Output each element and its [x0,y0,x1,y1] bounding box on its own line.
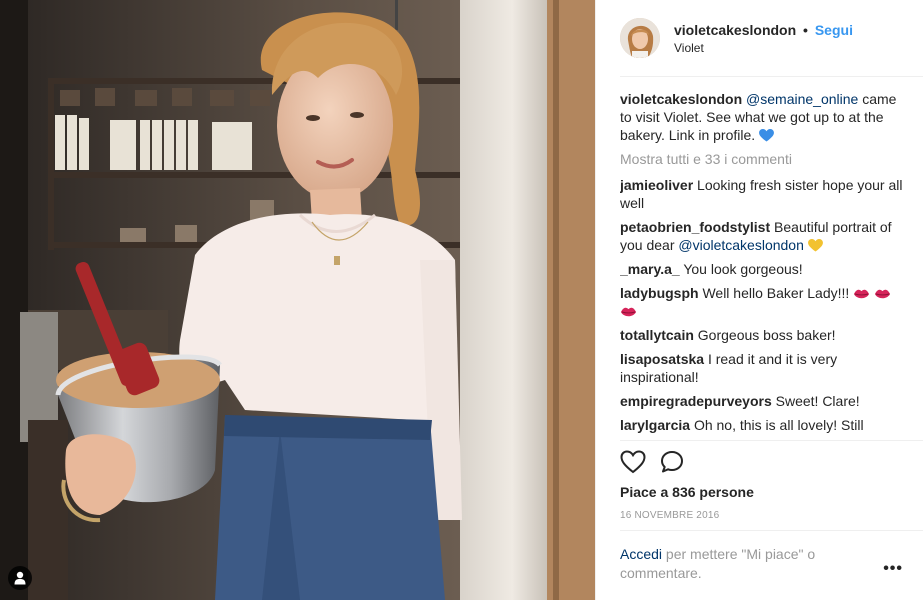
post-author-line: violetcakeslondon • Segui [674,22,853,38]
avatar[interactable] [620,18,660,58]
comment-text: You look gorgeous! [683,261,803,277]
comment: lisaposatska I read it and it is very in… [620,350,910,386]
post-date: 16 NOVEMBRE 2016 [620,510,720,521]
login-link[interactable]: Accedi [620,546,662,562]
comment-text: Oh no, this is all lovely! Still [693,417,864,433]
comments-list[interactable]: violetcakeslondon @semaine_online came t… [620,90,910,440]
kiss-mark-emoji-icon [854,289,870,299]
kiss-mark-emoji-icon [620,307,637,317]
comment-username[interactable]: petaobrien_foodstylist [620,219,770,235]
header-divider [620,76,923,77]
comment: ladybugsph Well hello Baker Lady!!! [620,284,910,320]
comment-icon[interactable] [660,450,686,479]
comments-divider [620,440,923,441]
post-header: violetcakeslondon • Segui Violet [620,18,923,60]
login-prompt: Accedi per mettere "Mi piace" o commenta… [620,545,870,583]
comment: empiregradepurveyors Sweet! Clare! [620,392,910,410]
blue-heart-emoji-icon [759,129,774,142]
comment: totallytcain Gorgeous boss baker! [620,326,910,344]
author-username[interactable]: violetcakeslondon [674,22,796,38]
user-tag-icon[interactable] [8,566,32,590]
post-photo[interactable] [0,0,595,600]
post-side-panel: violetcakeslondon • Segui Violet violetc… [595,0,923,600]
comment-text: Well hello Baker Lady!!! [702,285,850,301]
comment: larylgarcia Oh no, this is all lovely! S… [620,416,910,434]
heart-icon[interactable] [620,450,646,479]
caption-mention[interactable]: @semaine_online [746,91,858,107]
comment: jamieoliver Looking fresh sister hope yo… [620,176,910,212]
comment: _mary.a_ You look gorgeous! [620,260,910,278]
comment-username[interactable]: lisaposatska [620,351,704,367]
show-all-comments-link[interactable]: Mostra tutti e 33 i commenti [620,150,910,168]
comment-username[interactable]: _mary.a_ [620,261,680,277]
caption: violetcakeslondon @semaine_online came t… [620,90,910,144]
comment-username[interactable]: jamieoliver [620,177,693,193]
more-options-button[interactable]: ••• [883,560,903,578]
comment-username[interactable]: larylgarcia [620,417,690,433]
yellow-heart-emoji-icon [807,239,823,252]
comment-text: Gorgeous boss baker! [697,327,836,343]
separator-dot: • [803,22,808,38]
post-location[interactable]: Violet [674,41,704,55]
comment-username[interactable]: empiregradepurveyors [620,393,772,409]
comment-username[interactable]: totallytcain [620,327,694,343]
comment: petaobrien_foodstylist Beautiful portrai… [620,218,910,254]
comment-mention[interactable]: @violetcakeslondon [678,237,804,253]
kiss-mark-emoji-icon [875,289,891,299]
footer-divider [620,530,923,531]
photo-illustration [0,0,595,600]
comment-text: Sweet! Clare! [775,393,860,409]
comment-username[interactable]: ladybugsph [620,285,699,301]
likes-count[interactable]: Piace a 836 persone [620,484,754,500]
caption-username[interactable]: violetcakeslondon [620,91,742,107]
follow-button[interactable]: Segui [815,22,853,38]
